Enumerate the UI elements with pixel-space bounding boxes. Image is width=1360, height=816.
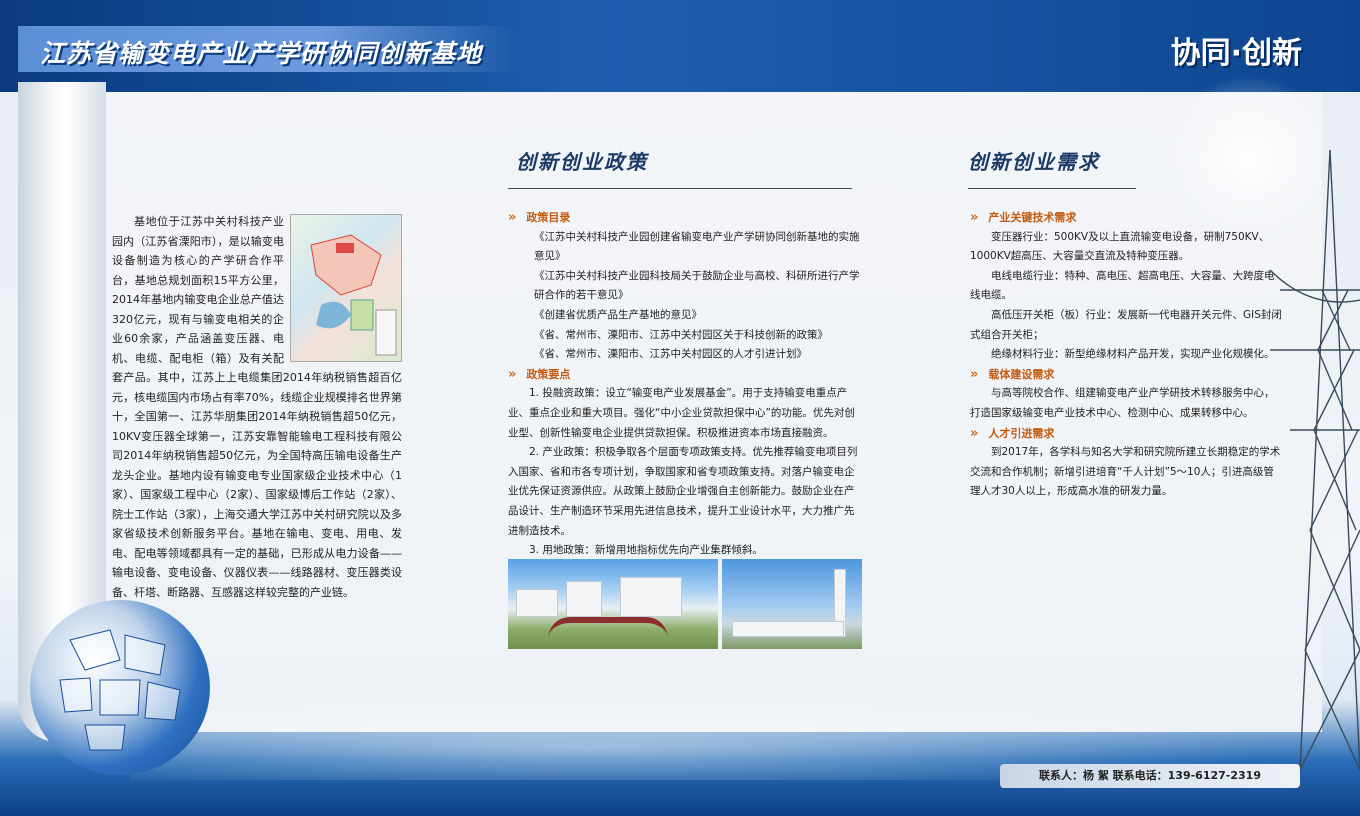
building-shape [620,577,682,617]
policy-catalog-item: 《创建省优质产品生产基地的意见》 [534,308,702,321]
gate-shape [548,617,668,639]
campus-photo [508,559,718,649]
policy-points-heading: 政策要点 [508,365,864,385]
policy-catalog-item: 《江苏中关村科技产业园科技局关于鼓励企业与高校、科研所进行产学研合作的若干意见》 [534,269,860,302]
talent-demand-text: 到2017年，各学科与知名大学和研究院所建立长期稳定的学术交流和合作机制；新增引… [970,446,1281,498]
demand-section-title: 创新创业需求 [968,150,1100,174]
building-shape [566,581,602,617]
carrier-demand-heading: 载体建设需求 [970,365,1282,385]
talent-demand-heading: 人才引进需求 [970,424,1282,444]
tech-demand-item: 高低压开关柜（板）行业：发展新一代电器开关元件、GIS封闭式组合开关柜； [970,308,1282,341]
factory-photo [722,559,862,649]
tech-demand-item: 变压器行业：500KV及以上直流输变电设备，研制750KV、1000KV超高压、… [970,230,1270,263]
globe-tiles-icon [59,629,181,751]
power-tower-icon [1270,150,1360,770]
globe-icon [30,600,210,775]
policy-section-title: 创新创业政策 [516,150,648,174]
tech-demand-heading: 产业关键技术需求 [970,208,1282,228]
intro-column: 基地位于江苏中关村科技产业园内（江苏省溧阳市），是以输变电设备制造为核心的产学研… [112,212,402,602]
tech-demand-item: 绝缘材料行业：新型绝缘材料产品开发，实现产业化规模化。 [991,348,1275,361]
policy-point: 1. 投融资政策：设立“输变电产业发展基金”。用于支持输变电重点产业、重点企业和… [508,387,855,439]
map-graphic-icon [310,234,397,356]
policy-column: 政策目录 《江苏中关村科技产业园创建省输变电产业产学研协同创新基地的实施意见》 … [508,208,864,561]
page-title: 江苏省输变电产业产学研协同创新基地 [40,39,483,68]
policy-catalog-item: 《省、常州市、溧阳市、江苏中关村园区的人才引进计划》 [534,348,807,361]
demand-title-underline [968,188,1136,189]
factory-building-shape [732,621,844,637]
policy-title-underline [508,188,852,189]
policy-catalog-item: 《省、常州市、溧阳市、江苏中关村园区关于科技创新的政策》 [534,328,828,341]
policy-point: 3. 用地政策：新增用地指标优先向产业集群倾斜。 [529,544,763,557]
base-map-image [290,214,402,362]
policy-catalog-heading: 政策目录 [508,208,864,228]
building-shape [516,589,558,617]
tech-demand-item: 电线电缆行业：特种、高电压、超高电压、大容量、大跨度电线电缆。 [970,269,1275,302]
demand-column: 产业关键技术需求 变压器行业：500KV及以上直流输变电设备，研制750KV、1… [970,208,1282,502]
carrier-demand-text: 与高等院校合作、组建输变电产业产学研技术转移服务中心，打造国家级输变电产业技术中… [970,387,1275,419]
policy-catalog-item: 《江苏中关村科技产业园创建省输变电产业产学研协同创新基地的实施意见》 [534,230,860,263]
policy-point: 2. 产业政策：积极争取各个层面专项政策支持。优先推荐输变电项目列入国家、省和市… [508,446,858,537]
contact-bar: 联系人：杨 絮 联系电话：139-6127-2319 [1000,764,1300,788]
